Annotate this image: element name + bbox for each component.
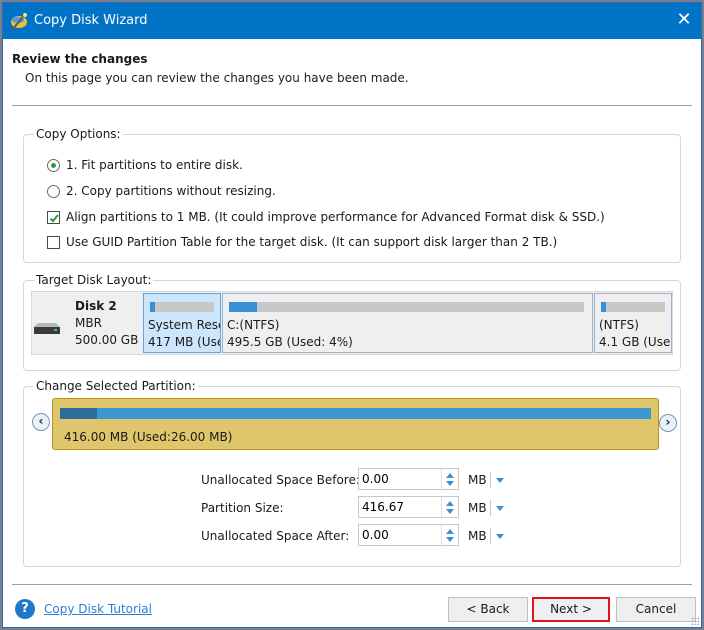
unallocated-after-spinbox[interactable] [358,524,459,546]
copy-disk-wizard-window: Copy Disk Wizard ✕ Review the changes On… [2,2,702,628]
fit-partitions-label: 1. Fit partitions to entire disk. [66,158,243,172]
close-button[interactable]: ✕ [667,3,701,39]
window-title: Copy Disk Wizard [34,13,148,28]
partition-size-spinbox[interactable] [358,496,459,518]
checkmark-icon [49,213,59,222]
footer-divider [12,584,692,585]
option-fit-partitions[interactable]: 1. Fit partitions to entire disk. [47,157,243,173]
increment-arrow-icon[interactable] [446,529,454,534]
disk-partition-style: MBR [75,316,102,330]
help-question-icon[interactable]: ? [15,599,35,619]
unit-dropdown-icon[interactable] [496,478,504,483]
partition-size-summary: 416.00 MB (Used:26.00 MB) [64,430,233,444]
partition-size-unit: MB [468,501,487,515]
disk-info: Disk 2 MBR 500.00 GB [32,292,142,354]
next-partition-button[interactable]: › [659,414,677,432]
partition-label: System Reserved [148,318,220,332]
target-disk-layout-legend: Target Disk Layout: [36,273,152,287]
partition-size-input[interactable] [359,497,441,517]
partition-usage-fill [229,302,258,312]
partition-size-label: Partition Size: [201,501,284,515]
copy-without-resizing-radio[interactable] [47,184,60,198]
use-gpt-checkbox[interactable] [47,235,60,249]
hard-disk-icon [34,323,60,334]
partition-resize-handle[interactable]: 416.00 MB (Used:26.00 MB) [52,398,659,450]
decrement-arrow-icon[interactable] [446,509,454,514]
partition-size-bar[interactable] [60,408,651,419]
unit-divider [490,528,491,544]
unallocated-before-spinbox[interactable] [358,468,459,490]
partition-usage-bar [150,302,214,312]
unit-divider [490,472,491,488]
change-partition-legend: Change Selected Partition: [36,379,196,393]
copy-disk-tutorial-link[interactable]: Copy Disk Tutorial [44,602,152,616]
back-button[interactable]: < Back [448,597,528,622]
unallocated-before-label: Unallocated Space Before: [201,473,360,487]
partition-usage-fill [601,302,607,312]
use-gpt-label: Use GUID Partition Table for the target … [66,235,558,249]
partition-usage-bar [601,302,665,312]
disk-size: 500.00 GB [75,333,139,347]
option-align-1mb[interactable]: Align partitions to 1 MB. (It could impr… [47,209,605,225]
unallocated-before-unit: MB [468,473,487,487]
unit-divider [490,500,491,516]
partition-c-ntfs[interactable]: C:(NTFS) 495.5 GB (Used: 4%) [222,293,593,353]
copy-options-legend: Copy Options: [36,127,121,141]
partition-label: (NTFS) [599,318,639,332]
unit-dropdown-icon[interactable] [496,534,504,539]
align-1mb-checkbox[interactable] [47,210,60,224]
decrement-arrow-icon[interactable] [446,481,454,486]
cancel-button[interactable]: Cancel [616,597,696,622]
disk-map: Disk 2 MBR 500.00 GB System Reserved 417… [31,291,673,355]
next-button-label: Next > [550,602,592,616]
unallocated-after-unit: MB [468,529,487,543]
partition-system-reserved[interactable]: System Reserved 417 MB (Used: 6%) [143,293,221,353]
unit-dropdown-icon[interactable] [496,506,504,511]
resize-grip[interactable] [691,617,699,625]
partition-label: C:(NTFS) [227,318,280,332]
partition-used-fill [60,408,97,419]
cancel-button-label: Cancel [635,602,677,616]
disk-name: Disk 2 [75,299,117,313]
partition-usage-bar [229,302,584,312]
help-tutorial[interactable]: ? Copy Disk Tutorial [15,599,152,619]
previous-partition-button[interactable]: ‹ [32,413,50,431]
increment-arrow-icon[interactable] [446,501,454,506]
page-heading: Review the changes [12,52,148,66]
partition-usage-fill [150,302,156,312]
increment-arrow-icon[interactable] [446,473,454,478]
header-divider [12,105,692,106]
next-button[interactable]: Next > [532,597,610,622]
back-button-label: < Back [466,602,510,616]
close-icon: ✕ [676,9,692,30]
title-bar: Copy Disk Wizard ✕ [3,3,701,39]
fit-partitions-radio[interactable] [47,158,60,172]
partition-detail: 495.5 GB (Used: 4%) [227,335,353,349]
partition-detail: 417 MB (Used: 6%) [148,335,220,349]
option-use-gpt[interactable]: Use GUID Partition Table for the target … [47,234,557,250]
unallocated-after-input[interactable] [359,525,441,545]
wizard-wand-icon [11,13,27,31]
page-subheading: On this page you can review the changes … [25,71,409,85]
unallocated-before-input[interactable] [359,469,441,489]
chevron-right-icon: › [665,415,671,429]
copy-without-resizing-label: 2. Copy partitions without resizing. [66,184,276,198]
option-copy-without-resizing[interactable]: 2. Copy partitions without resizing. [47,183,276,199]
unallocated-after-label: Unallocated Space After: [201,529,350,543]
partition-detail: 4.1 GB (Used) [599,335,671,349]
chevron-left-icon: ‹ [38,414,44,428]
partition-ntfs[interactable]: (NTFS) 4.1 GB (Used) [594,293,672,353]
align-1mb-label: Align partitions to 1 MB. (It could impr… [66,210,605,224]
decrement-arrow-icon[interactable] [446,537,454,542]
